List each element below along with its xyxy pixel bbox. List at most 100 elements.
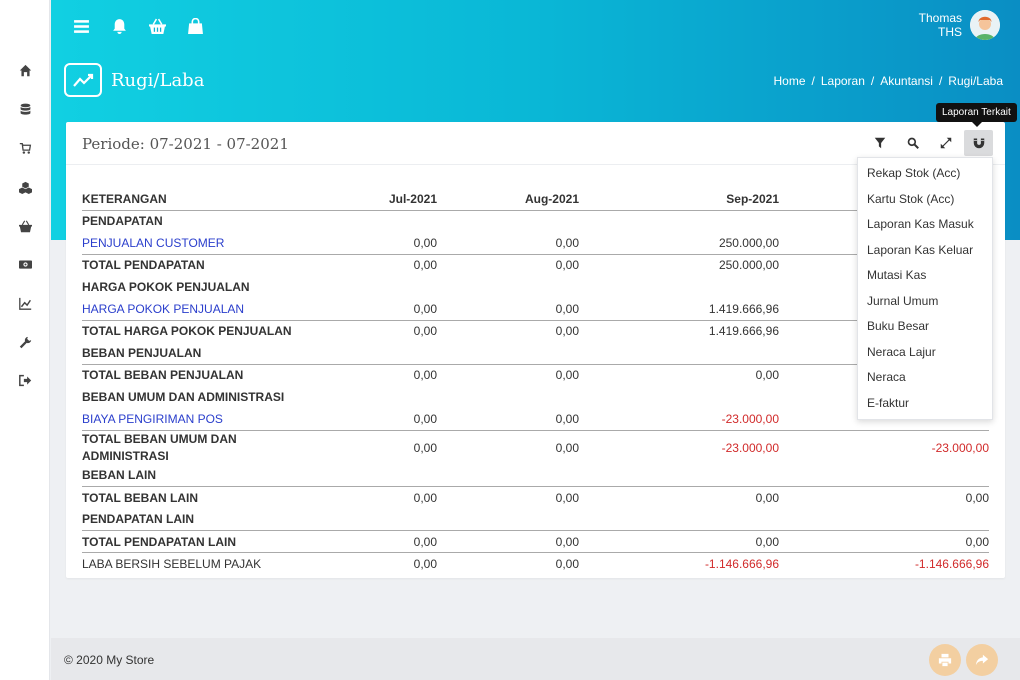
dropdown-item-neraca[interactable]: Neraca [858,365,992,391]
dropdown-item-kas-keluar[interactable]: Laporan Kas Keluar [858,238,992,264]
line-chart-icon [73,73,94,87]
page-footer: © 2020 My Store [51,638,1020,680]
page-title: Rugi/Laba [111,70,205,91]
table-row: TOTAL BEBAN LAIN 0,00 0,00 0,00 0,00 [82,486,989,509]
cell-value: 1.419.666,96 [579,319,779,342]
avatar[interactable] [970,10,1000,40]
column-header-jul: Jul-2021 [322,188,437,211]
home-icon [19,64,31,76]
dropdown-item-efaktur[interactable]: E-faktur [858,391,992,417]
breadcrumb-akuntansi[interactable]: Akuntansi [880,74,933,88]
search-button[interactable] [898,130,927,156]
dropdown-item-jurnal-umum[interactable]: Jurnal Umum [858,289,992,315]
filter-button[interactable] [865,130,894,156]
sidebar-item-money[interactable] [0,250,50,278]
avatar-icon [970,10,1000,40]
shopping-bag-icon [187,17,203,34]
total-label: TOTAL HARGA POKOK PENJUALAN [82,319,322,342]
total-label: TOTAL PENDAPATAN LAIN [82,530,322,553]
cell-value: 0,00 [555,301,579,316]
account-link[interactable]: BIAYA PENGIRIMAN POS [82,408,322,430]
dropdown-item-rekap-stok[interactable]: Rekap Stok (Acc) [858,161,992,187]
sidebar-item-basket[interactable] [0,212,50,240]
cell-value: 0,00 [779,530,989,553]
table-row: HARGA POKOK PENJUALAN 0,00 0,00 1.419.66… [82,298,989,320]
breadcrumb-laporan[interactable]: Laporan [821,74,865,88]
dropdown-item-neraca-lajur[interactable]: Neraca Lajur [858,340,992,366]
magnet-icon [973,138,984,149]
expand-button[interactable] [931,130,960,156]
account-link[interactable]: HARGA POKOK PENJUALAN [82,298,322,320]
dropdown-item-buku-besar[interactable]: Buku Besar [858,314,992,340]
related-reports-button[interactable] [964,130,993,156]
sidebar-item-logout[interactable] [0,366,50,394]
sidebar-item-chart[interactable] [0,289,50,317]
cell-value: -1.146.666,96 [779,552,989,575]
section-heading: BEBAN UMUM DAN ADMINISTRASI [82,390,285,404]
sidebar-item-database[interactable] [0,95,50,123]
cubes-icon [18,181,32,194]
profit-loss-table: KETERANGAN Jul-2021 Aug-2021 Sep-2021 PE… [82,188,989,575]
menu-toggle-button[interactable] [71,16,91,36]
user-name: Thomas [918,11,962,25]
cell-value: 0,00 [413,411,437,426]
table-row: LABA BERSIH SEBELUM PAJAK 0,00 0,00 -1.1… [82,552,989,575]
total-label: TOTAL PENDAPATAN [82,253,322,276]
cell-value: 1.419.666,96 [708,301,779,316]
breadcrumb-home[interactable]: Home [773,74,805,88]
cell-value: -23.000,00 [579,429,779,465]
basket-button[interactable] [147,16,167,36]
net-profit-label: LABA BERSIH SEBELUM PAJAK [82,552,322,575]
cell-value: 0,00 [437,363,579,386]
sidebar-item-settings[interactable] [0,328,50,356]
breadcrumb-separator: / [811,74,815,88]
cell-value: 250.000,00 [718,235,779,250]
bell-icon [112,18,126,34]
sidebar-item-cubes[interactable] [0,173,50,201]
table-row: BIAYA PENGIRIMAN POS 0,00 0,00 -23.000,0… [82,408,989,430]
share-button[interactable] [966,644,998,676]
cell-value: 0,00 [437,552,579,575]
sign-out-icon [18,374,31,386]
cell-value: -23.000,00 [779,429,989,465]
cell-value: 0,00 [579,363,779,386]
table-row: BEBAN LAIN [82,465,989,487]
cell-value: 0,00 [413,301,437,316]
notifications-button[interactable] [109,16,129,36]
line-chart-icon [18,297,31,310]
cell-value: 0,00 [437,429,579,465]
dropdown-item-kartu-stok[interactable]: Kartu Stok (Acc) [858,187,992,213]
section-heading: PENDAPATAN [82,214,163,229]
table-row: TOTAL BEBAN UMUM DAN ADMINISTRASI 0,00 0… [82,429,989,465]
dropdown-item-mutasi-kas[interactable]: Mutasi Kas [858,263,992,289]
account-link[interactable]: PENJUALAN CUSTOMER [82,232,322,254]
breadcrumb: Home / Laporan / Akuntansi / Rugi/Laba [773,74,1003,88]
related-reports-dropdown: Rekap Stok (Acc) Kartu Stok (Acc) Lapora… [857,157,993,420]
column-header-aug: Aug-2021 [437,188,579,211]
cell-value: 0,00 [322,319,437,342]
related-reports-tooltip: Laporan Terkait [936,103,1017,127]
basket-icon [148,18,166,34]
total-label: TOTAL BEBAN LAIN [82,486,322,509]
section-heading: BEBAN LAIN [82,468,156,483]
shopping-bag-button[interactable] [185,16,205,36]
cell-value: 250.000,00 [579,253,779,276]
cell-value: 0,00 [437,486,579,509]
hamburger-icon [73,19,89,33]
dropdown-item-kas-masuk[interactable]: Laporan Kas Masuk [858,212,992,238]
search-icon [907,137,919,149]
table-row: TOTAL HARGA POKOK PENJUALAN 0,00 0,00 1.… [82,319,989,342]
money-icon [18,259,32,269]
print-button[interactable] [929,644,961,676]
table-row: PENJUALAN CUSTOMER 0,00 0,00 250.000,00 [82,232,989,254]
user-code: THS [938,25,962,39]
total-label: TOTAL BEBAN PENJUALAN [82,363,322,386]
sidebar-item-home[interactable] [0,56,50,84]
sidebar [0,0,50,680]
sidebar-item-cart[interactable] [0,134,50,162]
user-menu[interactable]: Thomas THS [919,10,1000,40]
breadcrumb-current: Rugi/Laba [948,74,1003,88]
cell-value: 0,00 [437,530,579,553]
filter-icon [874,137,885,149]
total-label: TOTAL BEBAN UMUM DAN ADMINISTRASI [82,429,322,465]
